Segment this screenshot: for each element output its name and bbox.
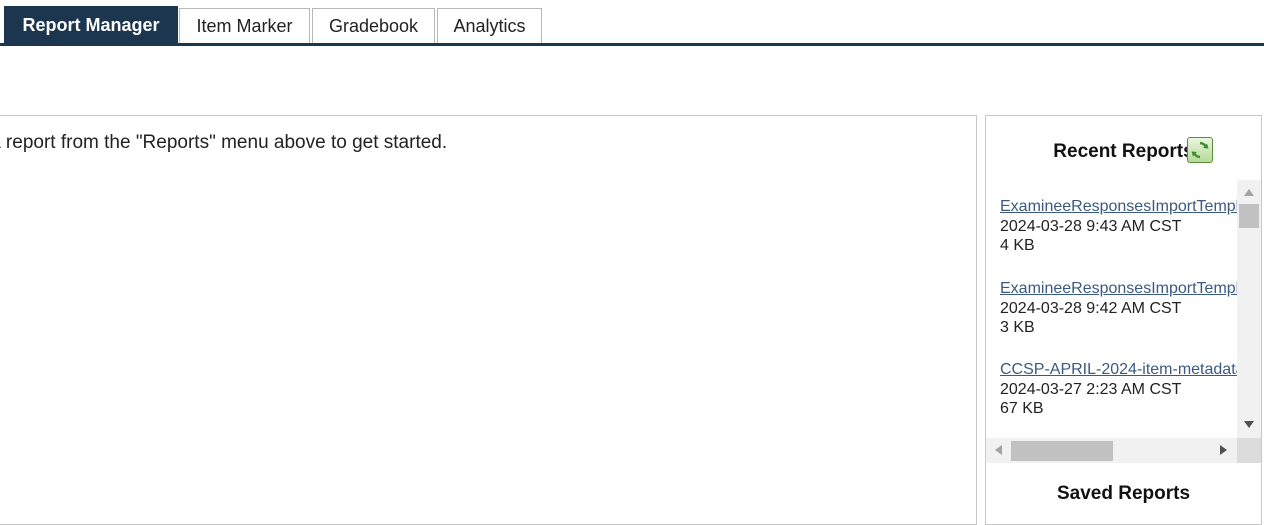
report-size: 3 KB (1000, 319, 1035, 336)
tab-analytics[interactable]: Analytics (437, 8, 542, 44)
reports-side-panel: Recent Reports ExamineeResponsesImportTe… (985, 115, 1262, 525)
report-link[interactable]: CCSP-APRIL-2024-item-metadata (1000, 360, 1237, 380)
refresh-icon (1191, 141, 1209, 159)
report-link[interactable]: ExamineeResponsesImportTemplate (1000, 279, 1237, 299)
report-link[interactable]: ExamineeResponsesImportTemplate (1000, 197, 1237, 217)
horizontal-scrollbar[interactable] (986, 438, 1237, 463)
list-item: CCSP-APRIL-2024-item-metadata 2024-03-27… (1000, 360, 1237, 419)
scroll-up-arrow-icon[interactable] (1244, 189, 1254, 196)
scroll-down-arrow-icon[interactable] (1244, 421, 1254, 428)
report-date: 2024-03-28 9:43 AM CST (1000, 217, 1182, 235)
scroll-right-arrow-icon[interactable] (1220, 445, 1227, 455)
scrollbar-corner (1237, 438, 1261, 463)
tab-report-manager[interactable]: Report Manager (4, 6, 178, 44)
vertical-scrollbar[interactable] (1237, 180, 1261, 438)
report-size: 4 KB (1000, 237, 1035, 254)
recent-reports-list: ExamineeResponsesImportTemplate 2024-03-… (1000, 180, 1237, 438)
tab-gradebook[interactable]: Gradebook (312, 8, 435, 44)
intro-text: Select a report from the "Reports" menu … (0, 132, 448, 153)
report-date: 2024-03-28 9:42 AM CST (1000, 299, 1182, 317)
report-size: 67 KB (1000, 400, 1044, 417)
intro-message: Select a report from the "Reports" menu … (0, 130, 975, 156)
list-item: ExamineeResponsesImportTemplate 2024-03-… (1000, 279, 1237, 338)
tab-bar: Report Manager Item Marker Gradebook Ana… (0, 0, 1264, 46)
scroll-left-arrow-icon[interactable] (995, 445, 1002, 455)
recent-reports-scroll-area[interactable]: ExamineeResponsesImportTemplate 2024-03-… (986, 180, 1261, 463)
saved-reports-title: Saved Reports (1056, 483, 1191, 504)
recent-reports-title: Recent Reports (1053, 141, 1194, 162)
vertical-scroll-thumb[interactable] (1239, 204, 1259, 228)
horizontal-scroll-thumb[interactable] (1011, 441, 1113, 461)
tab-item-marker[interactable]: Item Marker (179, 8, 310, 44)
tab-bar-underline (0, 43, 1264, 46)
report-date: 2024-03-27 2:23 AM CST (1000, 380, 1182, 398)
report-content-panel (0, 115, 977, 525)
refresh-button[interactable] (1187, 137, 1213, 163)
list-item: ExamineeResponsesImportTemplate 2024-03-… (1000, 197, 1237, 256)
